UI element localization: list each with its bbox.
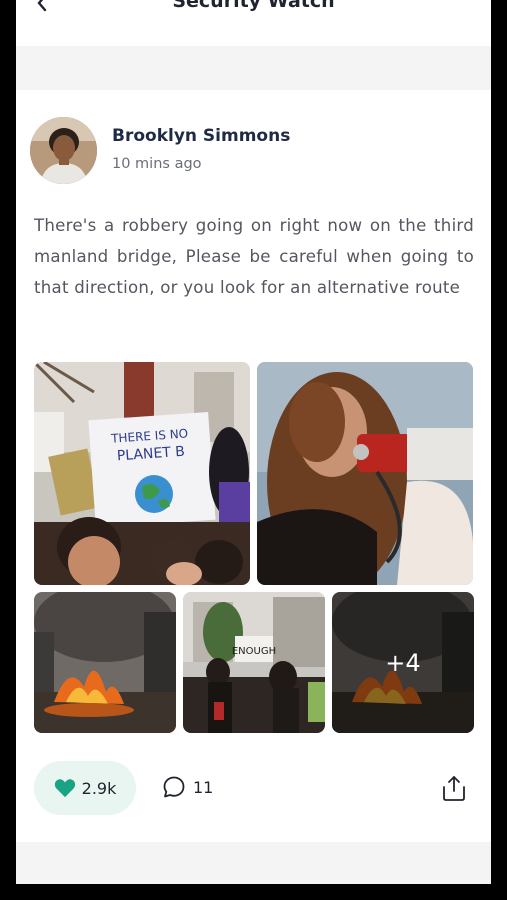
protest-street-photo[interactable]: ENOUGH [183,592,325,733]
author-name[interactable]: Brooklyn Simmons [112,126,290,146]
comment-icon [163,776,185,798]
divider-band [16,46,491,90]
avatar[interactable] [30,117,97,184]
share-icon[interactable] [441,774,467,802]
megaphone-protester-photo[interactable] [257,362,473,585]
like-count: 2.9k [81,778,117,798]
protest-crowd-photo[interactable]: THERE IS NO PLANET B [34,362,250,585]
post-body: There's a robbery going on right now on … [34,216,474,297]
more-photos-count[interactable]: +4 [332,592,474,733]
divider-band [16,842,491,884]
sign-text: ENOUGH [232,646,276,657]
street-fire-photo[interactable] [34,592,176,733]
comment-count: 11 [193,777,214,797]
post-time: 10 mins ago [112,156,202,172]
comment-button[interactable]: 11 [162,775,213,799]
street-fire-more-photo[interactable]: +4 [332,592,474,733]
heart-icon [54,779,75,798]
top-bar: Security Watch [16,0,491,46]
app-screen: Security Watch Brooklyn Simmons 10 mins … [16,0,491,884]
like-button[interactable]: 2.9k [34,761,136,815]
page-title: Security Watch [172,0,335,12]
